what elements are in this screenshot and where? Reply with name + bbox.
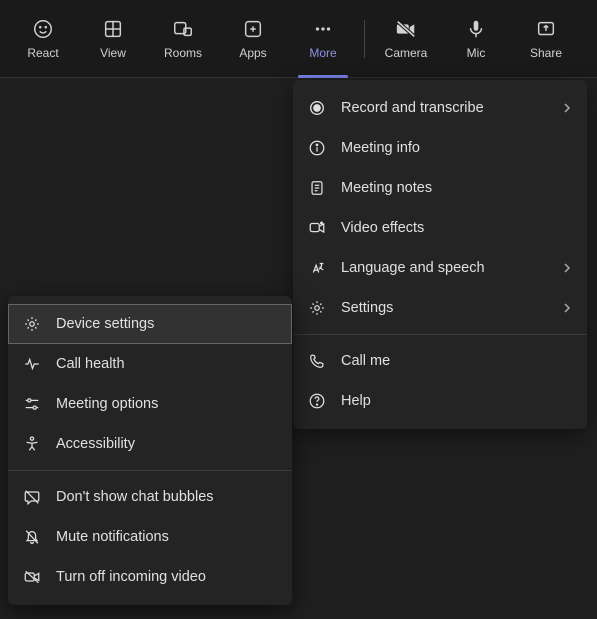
mute-notifications-item[interactable]: Mute notifications	[8, 517, 292, 557]
menu-divider	[293, 334, 587, 335]
gear-icon	[307, 298, 327, 318]
view-label: View	[100, 46, 126, 60]
device-settings-label: Device settings	[56, 316, 278, 332]
camera-off-icon	[395, 18, 417, 40]
share-icon	[535, 18, 557, 40]
mute-notifications-label: Mute notifications	[56, 529, 278, 545]
call-me-item[interactable]: Call me	[293, 341, 587, 381]
more-button[interactable]: More	[288, 7, 358, 71]
accessibility-icon	[22, 434, 42, 454]
meeting-notes-label: Meeting notes	[341, 180, 573, 196]
chat-bubbles-item[interactable]: Don't show chat bubbles	[8, 477, 292, 517]
share-button[interactable]: Share	[511, 7, 581, 71]
turn-off-video-label: Turn off incoming video	[56, 569, 278, 585]
chat-off-icon	[22, 487, 42, 507]
more-label: More	[309, 46, 336, 60]
bell-off-icon	[22, 527, 42, 547]
apps-icon	[242, 18, 264, 40]
grid-icon	[102, 18, 124, 40]
meeting-options-label: Meeting options	[56, 396, 278, 412]
more-dropdown: Record and transcribe Meeting info Meeti…	[293, 80, 587, 429]
mic-icon	[465, 18, 487, 40]
record-label: Record and transcribe	[341, 100, 561, 116]
help-label: Help	[341, 393, 573, 409]
chat-bubbles-label: Don't show chat bubbles	[56, 489, 278, 505]
chevron-right-icon	[561, 262, 573, 274]
toolbar-divider	[364, 20, 365, 58]
accessibility-label: Accessibility	[56, 436, 278, 452]
rooms-button[interactable]: Rooms	[148, 7, 218, 71]
language-label: Language and speech	[341, 260, 561, 276]
meeting-toolbar: React View Rooms Apps More Camera	[0, 0, 597, 78]
mic-label: Mic	[467, 46, 486, 60]
device-settings-item[interactable]: Device settings	[8, 304, 292, 344]
smile-icon	[32, 18, 54, 40]
share-label: Share	[530, 46, 562, 60]
meeting-options-item[interactable]: Meeting options	[8, 384, 292, 424]
help-icon	[307, 391, 327, 411]
apps-button[interactable]: Apps	[218, 7, 288, 71]
call-health-item[interactable]: Call health	[8, 344, 292, 384]
video-effects-item[interactable]: Video effects	[293, 208, 587, 248]
meeting-info-item[interactable]: Meeting info	[293, 128, 587, 168]
video-effects-label: Video effects	[341, 220, 573, 236]
mic-button[interactable]: Mic	[441, 7, 511, 71]
video-effects-icon	[307, 218, 327, 238]
menu-divider	[8, 470, 292, 471]
record-transcribe-item[interactable]: Record and transcribe	[293, 88, 587, 128]
language-speech-item[interactable]: Language and speech	[293, 248, 587, 288]
meeting-info-label: Meeting info	[341, 140, 573, 156]
notes-icon	[307, 178, 327, 198]
call-health-label: Call health	[56, 356, 278, 372]
help-item[interactable]: Help	[293, 381, 587, 421]
record-icon	[307, 98, 327, 118]
react-label: React	[27, 46, 58, 60]
settings-submenu: Device settings Call health Meeting opti…	[8, 296, 292, 605]
phone-icon	[307, 351, 327, 371]
call-me-label: Call me	[341, 353, 573, 369]
sliders-icon	[22, 394, 42, 414]
language-icon	[307, 258, 327, 278]
settings-item[interactable]: Settings	[293, 288, 587, 328]
ellipsis-icon	[312, 18, 334, 40]
meeting-notes-item[interactable]: Meeting notes	[293, 168, 587, 208]
gear-icon	[22, 314, 42, 334]
settings-label: Settings	[341, 300, 561, 316]
rooms-icon	[172, 18, 194, 40]
video-off-icon	[22, 567, 42, 587]
turn-off-video-item[interactable]: Turn off incoming video	[8, 557, 292, 597]
apps-label: Apps	[239, 46, 266, 60]
camera-label: Camera	[385, 46, 428, 60]
chevron-right-icon	[561, 302, 573, 314]
accessibility-item[interactable]: Accessibility	[8, 424, 292, 464]
chevron-right-icon	[561, 102, 573, 114]
react-button[interactable]: React	[8, 7, 78, 71]
info-icon	[307, 138, 327, 158]
view-button[interactable]: View	[78, 7, 148, 71]
activity-icon	[22, 354, 42, 374]
rooms-label: Rooms	[164, 46, 202, 60]
camera-button[interactable]: Camera	[371, 7, 441, 71]
